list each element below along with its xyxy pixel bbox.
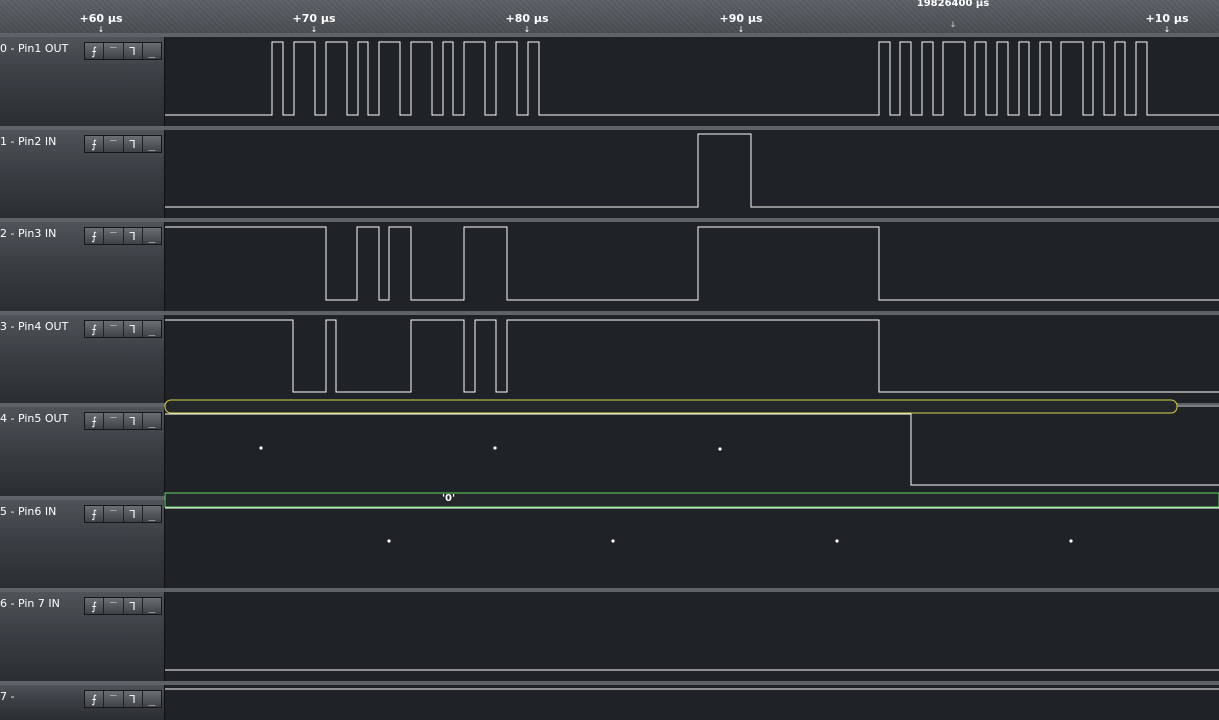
trigger-button-group: ⨍ ‾ Ꞁ _ (84, 412, 162, 430)
sample-marker (835, 539, 839, 543)
absolute-time-marker-icon: ↓ (949, 20, 957, 29)
channel-3-waveform (165, 319, 1219, 393)
sample-marker (259, 446, 263, 450)
falling-edge-trigger-button[interactable]: Ꞁ (123, 228, 143, 244)
channel-separator (164, 33, 1219, 37)
time-tick-label: +80 µs (505, 12, 549, 25)
trigger-button-group: ⨍ ‾ Ꞁ _ (84, 135, 162, 153)
falling-edge-trigger-button[interactable]: Ꞁ (123, 43, 143, 59)
high-level-trigger-button[interactable]: ‾ (104, 413, 124, 429)
trigger-button-group: ⨍ ‾ Ꞁ _ (84, 320, 162, 338)
channel-separator (164, 126, 1219, 130)
rising-edge-trigger-button[interactable]: ⨍ (85, 43, 105, 59)
high-level-trigger-button[interactable]: ‾ (104, 321, 124, 337)
channel-label-5[interactable]: 5 - Pin6 IN ⨍ ‾ Ꞁ _ (0, 496, 164, 588)
absolute-time-readout: 19826400 µs (916, 0, 990, 9)
low-level-trigger-button[interactable]: _ (142, 321, 161, 337)
rising-edge-trigger-button[interactable]: ⨍ (85, 506, 105, 522)
low-level-trigger-button[interactable]: _ (142, 228, 161, 244)
high-level-trigger-button[interactable]: ‾ (104, 43, 124, 59)
high-level-trigger-button[interactable]: ‾ (104, 136, 124, 152)
channel-label-4[interactable]: 4 - Pin5 OUT ⨍ ‾ Ꞁ _ (0, 403, 164, 496)
falling-edge-trigger-button[interactable]: Ꞁ (123, 136, 143, 152)
low-level-trigger-button[interactable]: _ (142, 691, 161, 707)
channel-label-0[interactable]: 0 - Pin1 OUT ⨍ ‾ Ꞁ _ (0, 33, 164, 126)
trigger-button-group: ⨍ ‾ Ꞁ _ (84, 227, 162, 245)
channel-1-waveform (165, 133, 1219, 208)
trigger-button-group: ⨍ ‾ Ꞁ _ (84, 505, 162, 523)
falling-edge-trigger-button[interactable]: Ꞁ (123, 321, 143, 337)
channel-label-2[interactable]: 2 - Pin3 IN ⨍ ‾ Ꞁ _ (0, 218, 164, 311)
channel-separator (164, 588, 1219, 592)
channel-2-waveform (165, 226, 1219, 301)
time-tick-label: +90 µs (719, 12, 763, 25)
waveform-area[interactable] (0, 0, 1219, 720)
channel-label-3[interactable]: 3 - Pin4 OUT ⨍ ‾ Ꞁ _ (0, 311, 164, 403)
channel-name: 7 - (0, 690, 15, 703)
channel-separator (164, 218, 1219, 222)
rising-edge-trigger-button[interactable]: ⨍ (85, 228, 105, 244)
rising-edge-trigger-button[interactable]: ⨍ (85, 136, 105, 152)
channel-name: 5 - Pin6 IN (0, 505, 57, 518)
trigger-button-group: ⨍ ‾ Ꞁ _ (84, 597, 162, 615)
rising-edge-trigger-button[interactable]: ⨍ (85, 413, 105, 429)
channel-label-7[interactable]: 7 - ⨍ ‾ Ꞁ _ (0, 681, 164, 720)
rising-edge-trigger-button[interactable]: ⨍ (85, 691, 105, 707)
channel-separator (164, 403, 1219, 407)
sample-marker (387, 539, 391, 543)
sample-marker (611, 539, 615, 543)
falling-edge-trigger-button[interactable]: Ꞁ (123, 598, 143, 614)
trigger-button-group: ⨍ ‾ Ꞁ _ (84, 42, 162, 60)
channel-0-waveform (165, 41, 1219, 116)
channel-name: 6 - Pin 7 IN (0, 597, 60, 610)
channel-separator (164, 496, 1219, 500)
channel-separator (164, 681, 1219, 685)
high-level-trigger-button[interactable]: ‾ (104, 506, 124, 522)
time-tick-label: +10 µs (1145, 12, 1189, 25)
channel-separator (164, 311, 1219, 315)
falling-edge-trigger-button[interactable]: Ꞁ (123, 413, 143, 429)
time-ruler[interactable]: +60 µs ↓ +70 µs ↓ +80 µs ↓ +90 µs ↓ +10 µs ↓ 19826… (0, 0, 1219, 34)
channel-name: 3 - Pin4 OUT (0, 320, 69, 333)
sample-marker (493, 446, 497, 450)
low-level-trigger-button[interactable]: _ (142, 136, 161, 152)
high-level-trigger-button[interactable]: ‾ (104, 691, 124, 707)
time-tick-label: +70 µs (292, 12, 336, 25)
high-level-trigger-button[interactable]: ‾ (104, 598, 124, 614)
channel-4-waveform (165, 413, 1219, 486)
time-tick-label: +60 µs (79, 12, 123, 25)
decoded-bit-label: '0' (442, 493, 456, 504)
rising-edge-trigger-button[interactable]: ⨍ (85, 321, 105, 337)
channel-label-6[interactable]: 6 - Pin 7 IN ⨍ ‾ Ꞁ _ (0, 588, 164, 681)
channel-name: 1 - Pin2 IN (0, 135, 57, 148)
sample-marker (718, 447, 722, 451)
rising-edge-trigger-button[interactable]: ⨍ (85, 598, 105, 614)
falling-edge-trigger-button[interactable]: Ꞁ (123, 506, 143, 522)
trigger-button-group: ⨍ ‾ Ꞁ _ (84, 690, 162, 708)
low-level-trigger-button[interactable]: _ (142, 506, 161, 522)
low-level-trigger-button[interactable]: _ (142, 413, 161, 429)
channel-label-1[interactable]: 1 - Pin2 IN ⨍ ‾ Ꞁ _ (0, 126, 164, 218)
low-level-trigger-button[interactable]: _ (142, 43, 161, 59)
channel-name: 0 - Pin1 OUT (0, 42, 69, 55)
low-level-trigger-button[interactable]: _ (142, 598, 161, 614)
channel-name: 2 - Pin3 IN (0, 227, 57, 240)
sample-marker (1069, 539, 1073, 543)
falling-edge-trigger-button[interactable]: Ꞁ (123, 691, 143, 707)
high-level-trigger-button[interactable]: ‾ (104, 228, 124, 244)
channel-name: 4 - Pin5 OUT (0, 412, 69, 425)
